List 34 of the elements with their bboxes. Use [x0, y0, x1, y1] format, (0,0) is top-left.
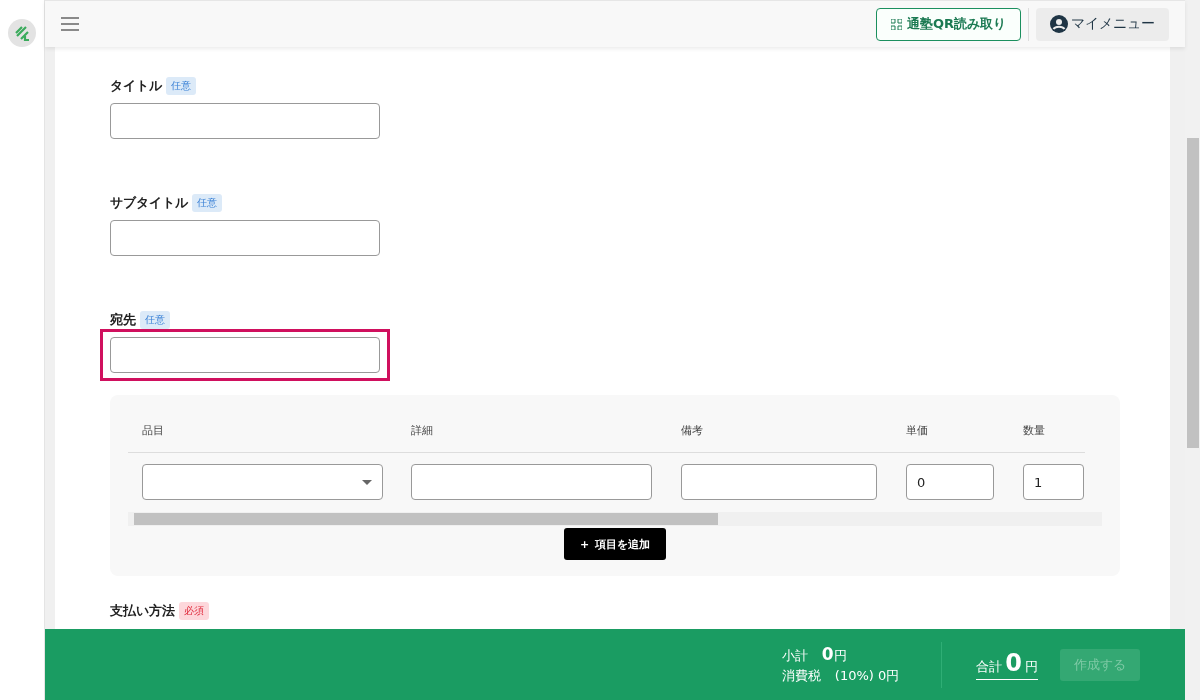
- column-header: 詳細: [397, 413, 667, 453]
- required-badge: 必須: [179, 602, 209, 620]
- text-field[interactable]: [110, 220, 380, 256]
- tax-label: 消費税: [781, 667, 821, 685]
- add-item-button[interactable]: + 項目を追加: [563, 528, 667, 560]
- menu-icon[interactable]: [61, 17, 79, 31]
- column-header: 品目: [128, 413, 397, 453]
- logo-icon: [8, 19, 36, 47]
- optional-badge: 任意: [192, 194, 222, 212]
- text-field[interactable]: [110, 337, 380, 373]
- total-amount: 合計 0 円: [976, 649, 1038, 680]
- input-field[interactable]: [411, 464, 652, 500]
- field-label: サブタイトル: [110, 194, 188, 212]
- optional-badge: 任意: [166, 77, 196, 95]
- text-field[interactable]: [110, 103, 380, 139]
- user-icon: [1050, 15, 1068, 33]
- column-header: 数量: [1009, 413, 1085, 453]
- tax-amount: (10%) 0円: [834, 667, 900, 685]
- field-label: 宛先: [110, 311, 136, 329]
- input-field[interactable]: 1: [1023, 464, 1084, 500]
- caret-icon: [362, 479, 372, 485]
- my-menu-button[interactable]: マイメニュー: [1036, 7, 1169, 41]
- field-label: タイトル: [110, 77, 162, 95]
- qr-icon: [890, 18, 902, 30]
- subtotal-amount: 0円: [821, 644, 847, 665]
- column-header: 単価: [892, 413, 1009, 453]
- optional-badge: 任意: [140, 311, 170, 329]
- subtotal-label: 小計: [781, 647, 808, 665]
- select-field[interactable]: [142, 464, 383, 500]
- input-field[interactable]: [681, 464, 877, 500]
- input-field[interactable]: 0: [906, 464, 994, 500]
- field-label: 支払い方法: [110, 602, 175, 620]
- column-header: 備考: [667, 413, 892, 453]
- qr-scan-button[interactable]: 通塾QR読み取り: [875, 7, 1021, 41]
